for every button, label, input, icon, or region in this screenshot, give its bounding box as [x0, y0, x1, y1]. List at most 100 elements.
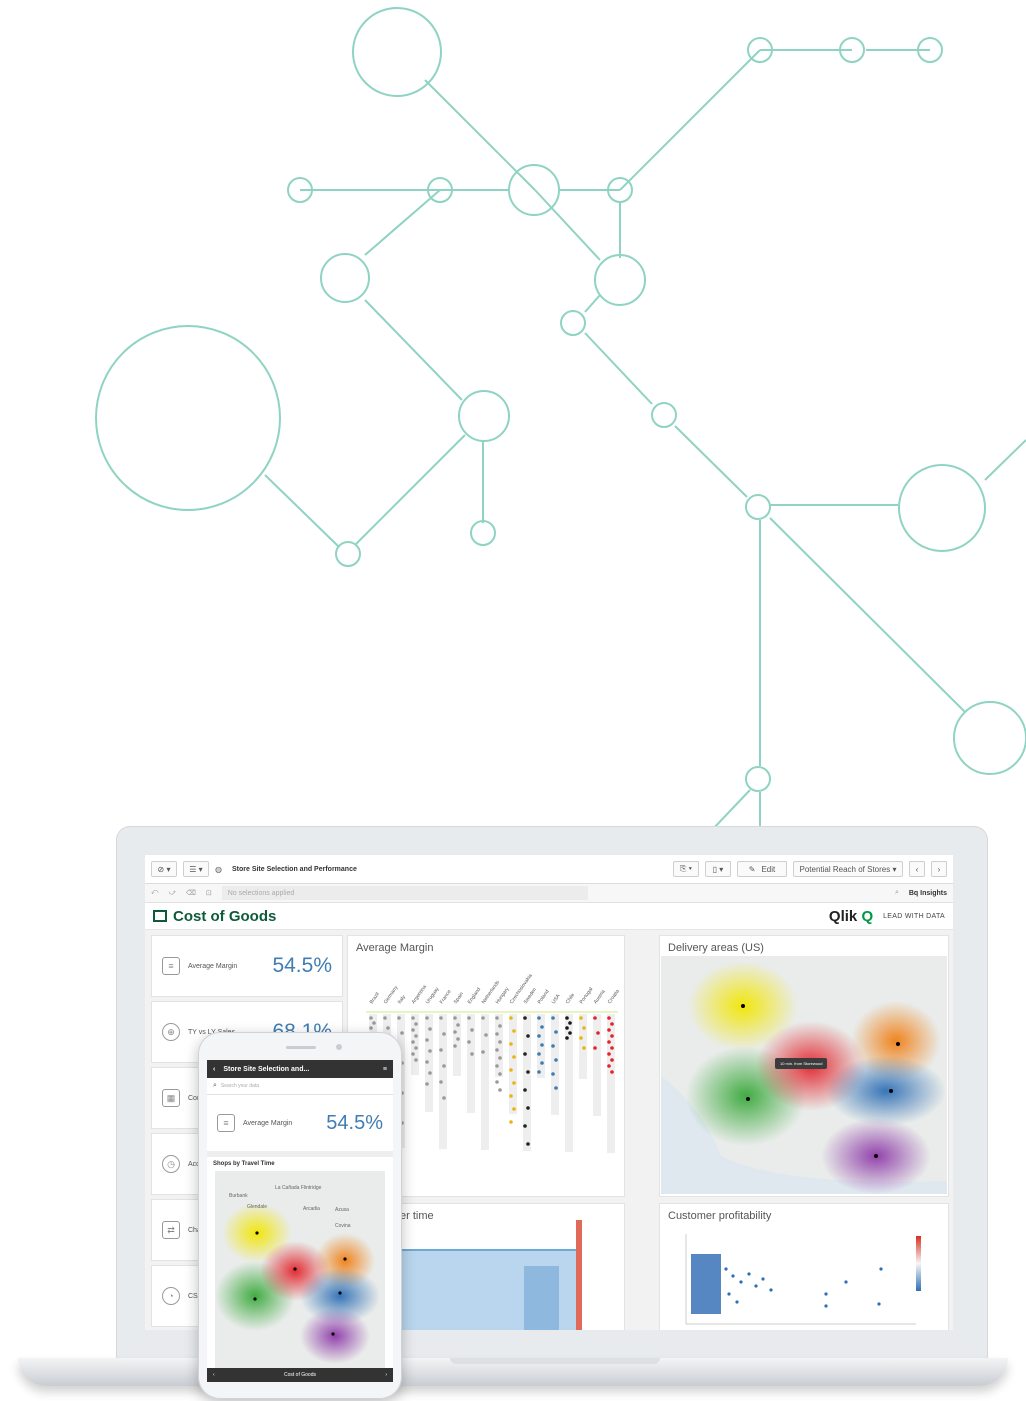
margin-dot [453, 1030, 457, 1034]
kpi-average-margin[interactable]: ≡ Average Margin 54.5% [151, 935, 343, 997]
story-button[interactable]: ▯ ▾ [705, 861, 731, 877]
margin-dot [439, 1016, 443, 1020]
sheet-header: Cost of Goods Qlik Q LEAD WITH DATA [145, 903, 953, 930]
margin-dot [509, 1120, 513, 1124]
margin-dot [523, 1088, 527, 1092]
margin-dot [509, 1068, 513, 1072]
margin-dot [425, 1038, 429, 1042]
insights-icon: Bq [908, 889, 919, 897]
menu-icon[interactable]: ≡ [383, 1066, 387, 1073]
phone-kpi-value: 54.5% [326, 1111, 383, 1134]
margin-dot [537, 1052, 541, 1056]
prev-sheet-icon[interactable]: ‹ [213, 1372, 215, 1378]
chevron-right-icon[interactable]: › [931, 861, 947, 877]
edit-button[interactable]: ✎ Edit [737, 861, 787, 877]
app-toolbar: ⊘ ▾ ☰ ▾ ◍ Store Site Selection and Perfo… [145, 855, 953, 884]
coins-icon: ≡ [162, 957, 180, 975]
list-icon[interactable]: ☰ ▾ [183, 861, 209, 877]
smart-search-icon[interactable]: ⌕ [895, 889, 899, 897]
margin-dot [509, 1042, 513, 1046]
margin-dot [523, 1052, 527, 1056]
margin-dot [610, 1070, 614, 1074]
margin-dot [526, 1070, 530, 1074]
country-column [551, 1014, 559, 1115]
margin-dot [484, 1033, 488, 1037]
exchange-icon: ⇄ [162, 1221, 180, 1239]
margin-dot [481, 1050, 485, 1054]
margin-dot [509, 1094, 513, 1098]
phone-travel-map [215, 1171, 385, 1371]
clock-icon: ◷ [162, 1155, 180, 1173]
app-title: Store Site Selection and Performance [231, 865, 357, 873]
margin-dot [610, 1058, 614, 1062]
delivery-areas-map[interactable]: Delivery areas (US) 10 min. from Storewo… [659, 935, 949, 1197]
selection-bar: ⤺ ⤻ ⌫ ⊡ No selections applied ⌕ Bq Insig… [145, 884, 953, 903]
margin-dot [579, 1016, 583, 1020]
qlik-logo: Qlik Q [828, 907, 874, 925]
chart-title: Customer profitability [668, 1210, 772, 1222]
country-label: France [439, 989, 453, 1005]
margin-dot [512, 1055, 516, 1059]
map-label: La Cañada Flintridge [275, 1185, 322, 1191]
margin-dot [540, 1061, 544, 1065]
insights-button[interactable]: Bq Insights [909, 890, 947, 897]
next-sheet-icon[interactable]: › [385, 1372, 387, 1378]
margin-dot [495, 1080, 499, 1084]
margin-dot [596, 1031, 600, 1035]
margin-dot [414, 1022, 418, 1026]
margin-dot [414, 1058, 418, 1062]
insights-label: Insights [920, 889, 947, 897]
margin-dot [523, 1016, 527, 1020]
margin-dot [428, 1071, 432, 1075]
map-label: Burbank [229, 1193, 248, 1199]
bookmark-button[interactable]: ⎘ ▾ [673, 861, 699, 877]
country-label: Austria [593, 989, 607, 1005]
phone-speaker [286, 1046, 316, 1049]
margin-dot [554, 1086, 558, 1090]
margin-dot [439, 1048, 443, 1052]
chevron-left-icon[interactable]: ‹ [909, 861, 925, 877]
margin-dot [526, 1142, 530, 1146]
margin-dot [610, 1022, 614, 1026]
clear-selections-icon[interactable]: ⌫ [186, 889, 196, 897]
margin-dot [526, 1034, 530, 1038]
margin-dot [554, 1058, 558, 1062]
calculator-icon: ▦ [162, 1089, 180, 1107]
laptop-notch [450, 1358, 660, 1364]
phone-map[interactable]: La Cañada Flintridge Burbank Glendale Ar… [215, 1171, 385, 1371]
step-forward-icon[interactable]: ⤻ [168, 889, 175, 897]
margin-dot [607, 1016, 611, 1020]
margin-dot [470, 1028, 474, 1032]
margin-dot [610, 1034, 614, 1038]
phone-kpi[interactable]: ≡ Average Margin 54.5% [207, 1095, 393, 1157]
phone-search[interactable]: ⌕ Search your data [207, 1078, 393, 1095]
step-back-icon[interactable]: ⤺ [151, 889, 158, 897]
margin-dot [498, 1088, 502, 1092]
country-column [565, 1014, 573, 1152]
margin-dot [467, 1040, 471, 1044]
customer-profitability-chart[interactable]: Customer profitability [659, 1203, 949, 1330]
compass-icon[interactable]: ⊘ ▾ [151, 861, 177, 877]
search-placeholder: Search your data [220, 1083, 260, 1089]
sheet-selector[interactable]: Potential Reach of Stores ▾ [793, 861, 903, 877]
margin-dot [411, 1016, 415, 1020]
margin-dot [495, 1048, 499, 1052]
lock-icon[interactable]: ⊡ [206, 889, 212, 897]
margin-dot [512, 1081, 516, 1085]
margin-dot [369, 1016, 373, 1020]
country-column [509, 1014, 517, 1114]
target-icon: ⊕ [162, 1023, 180, 1041]
country-column [593, 1014, 601, 1116]
back-icon[interactable]: ‹ [213, 1066, 215, 1073]
bar-chart-icon [153, 910, 167, 922]
phone-kpi-label: Average Margin [243, 1119, 293, 1127]
margin-dot [565, 1026, 569, 1030]
margin-dot [428, 1027, 432, 1031]
country-label: Spain [453, 991, 465, 1005]
margin-dot [565, 1016, 569, 1020]
margin-dot [495, 1032, 499, 1036]
phone-screen: ‹ Store Site Selection and... ≡ ⌕ Search… [207, 1060, 393, 1382]
margin-dot [414, 1034, 418, 1038]
margin-dot [593, 1016, 597, 1020]
margin-dot [593, 1046, 597, 1050]
